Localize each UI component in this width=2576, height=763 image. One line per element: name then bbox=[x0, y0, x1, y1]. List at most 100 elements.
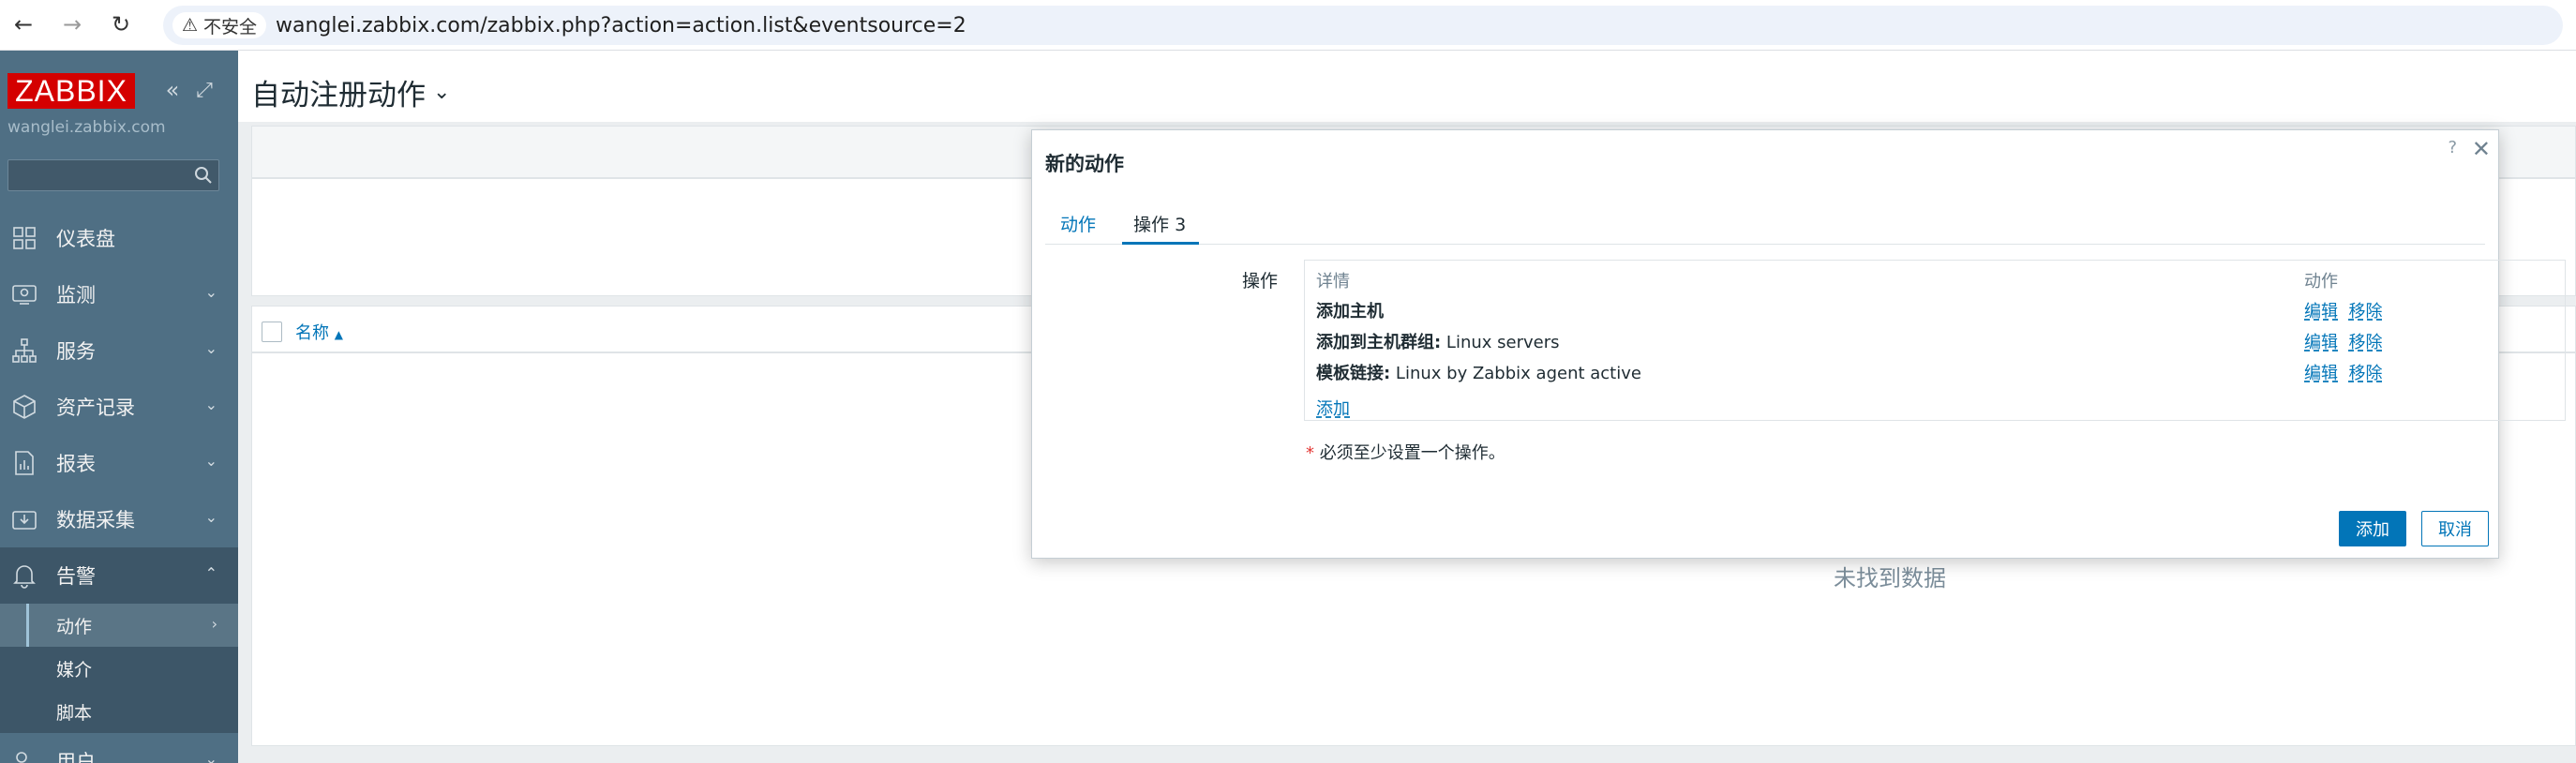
chevron-down-icon: ⌄ bbox=[204, 452, 217, 470]
warning-icon: ⚠ bbox=[182, 15, 199, 36]
operations-table: 详情 动作 添加主机 编辑 移除 添加到主机群组: Linux servers … bbox=[1304, 260, 2566, 421]
close-icon[interactable]: ✕ bbox=[2472, 136, 2491, 162]
submenu-label: 动作 bbox=[56, 616, 93, 637]
alerts-submenu: 动作 › 媒介 脚本 bbox=[0, 604, 238, 733]
required-note: * 必须至少设置一个操作。 bbox=[1306, 440, 1505, 464]
sidebar: ZABBIX « ⤢ wanglei.zabbix.com 仪表盘 监测 ⌄ 服… bbox=[0, 51, 238, 763]
menu-item-alerts[interactable]: 告警 ⌃ bbox=[0, 547, 238, 604]
operation-type: 添加主机 bbox=[1316, 302, 1384, 322]
inventory-icon bbox=[13, 395, 36, 419]
sort-asc-icon: ▲ bbox=[334, 328, 343, 341]
dashboard-icon bbox=[13, 227, 36, 249]
submenu-item-actions[interactable]: 动作 › bbox=[0, 604, 238, 647]
dialog-tabs: 动作 操作 3 bbox=[1045, 203, 2485, 245]
data-collection-icon bbox=[12, 511, 37, 530]
menu-label: 仪表盘 bbox=[56, 228, 115, 250]
arrow-right-icon[interactable]: → bbox=[58, 10, 86, 38]
dialog-title: 新的动作 bbox=[1045, 153, 1124, 175]
tab-count: 3 bbox=[1175, 215, 1187, 235]
required-asterisk: * bbox=[1306, 443, 1314, 463]
new-action-dialog: 新的动作 ? ✕ 动作 操作 3 操作 详情 动作 添加主机 编辑 移除 添加到… bbox=[1031, 129, 2566, 559]
menu-label: 监测 bbox=[56, 284, 96, 307]
sidebar-search-input[interactable] bbox=[7, 159, 219, 191]
reload-icon[interactable]: ↻ bbox=[107, 10, 135, 38]
chevron-down-icon: ⌄ bbox=[204, 508, 217, 526]
remove-link[interactable]: 移除 bbox=[2348, 333, 2382, 352]
menu-item-data-collection[interactable]: 数据采集 ⌄ bbox=[0, 491, 238, 547]
operation-type: 模板链接: bbox=[1316, 364, 1391, 383]
menu-label: 告警 bbox=[56, 565, 96, 588]
column-actions: 动作 bbox=[2304, 272, 2338, 292]
address-bar[interactable]: ⚠ 不安全 wanglei.zabbix.com/zabbix.php?acti… bbox=[163, 6, 2563, 45]
menu-item-services[interactable]: 服务 ⌄ bbox=[0, 322, 238, 379]
menu-label: 数据采集 bbox=[56, 509, 135, 531]
operation-row: 添加主机 bbox=[1316, 298, 1384, 322]
add-operation-link[interactable]: 添加 bbox=[1316, 396, 1350, 420]
remove-link[interactable]: 移除 bbox=[2348, 364, 2382, 383]
submenu-item-media[interactable]: 媒介 bbox=[0, 647, 238, 690]
edit-link[interactable]: 编辑 bbox=[2304, 333, 2338, 352]
menu-item-dashboard[interactable]: 仪表盘 bbox=[0, 210, 238, 266]
row-actions: 编辑 移除 bbox=[2304, 298, 2382, 322]
submenu-item-scripts[interactable]: 脚本 bbox=[0, 690, 238, 733]
chevron-down-icon: ⌄ bbox=[433, 81, 451, 104]
users-icon bbox=[16, 752, 27, 763]
menu-label: 报表 bbox=[56, 453, 96, 475]
submenu-label: 媒介 bbox=[56, 659, 93, 681]
menu-item-reports[interactable]: 报表 ⌄ bbox=[0, 435, 238, 491]
chevron-up-icon: ⌃ bbox=[204, 564, 217, 582]
submenu-label: 脚本 bbox=[56, 702, 93, 724]
arrow-left-icon[interactable]: ← bbox=[9, 10, 37, 38]
column-name-sort[interactable]: 名称 ▲ bbox=[295, 320, 343, 344]
operation-type: 添加到主机群组: bbox=[1316, 333, 1442, 352]
server-name: wanglei.zabbix.com bbox=[7, 118, 166, 137]
tab-label: 操作 bbox=[1133, 215, 1170, 235]
tab-action[interactable]: 动作 bbox=[1060, 211, 1096, 245]
required-note-text: 必须至少设置一个操作。 bbox=[1319, 443, 1505, 463]
remove-link[interactable]: 移除 bbox=[2348, 302, 2382, 322]
bell-icon bbox=[13, 565, 36, 589]
services-icon bbox=[12, 338, 37, 363]
url-text[interactable]: wanglei.zabbix.com/zabbix.php?action=act… bbox=[276, 14, 966, 37]
reports-icon bbox=[15, 451, 34, 475]
chevron-down-icon: ⌄ bbox=[204, 283, 217, 301]
chevron-down-icon: ⌄ bbox=[204, 396, 217, 413]
menu-label: 用户 bbox=[56, 751, 96, 763]
search-icon[interactable] bbox=[192, 164, 215, 187]
chevron-right-icon: › bbox=[211, 615, 217, 633]
page-title-text: 自动注册动作 bbox=[251, 79, 426, 112]
operation-detail: Linux servers bbox=[1441, 333, 1560, 352]
edit-link[interactable]: 编辑 bbox=[2304, 364, 2338, 383]
no-data-message: 未找到数据 bbox=[1834, 565, 1946, 591]
add-button[interactable]: 添加 bbox=[2339, 511, 2406, 546]
security-indicator[interactable]: ⚠ 不安全 bbox=[172, 12, 267, 38]
menu-item-inventory[interactable]: 资产记录 ⌄ bbox=[0, 379, 238, 435]
operations-label: 操作 bbox=[1241, 271, 1278, 292]
operation-detail: Linux by Zabbix agent active bbox=[1390, 364, 1641, 383]
row-actions: 编辑 移除 bbox=[2304, 329, 2382, 353]
chevron-down-icon: ⌄ bbox=[204, 750, 217, 763]
row-actions: 编辑 移除 bbox=[2304, 360, 2382, 384]
security-label: 不安全 bbox=[203, 16, 258, 37]
page-title[interactable]: 自动注册动作 ⌄ bbox=[251, 71, 450, 113]
column-details: 详情 bbox=[1316, 272, 1350, 292]
menu-label: 资产记录 bbox=[56, 396, 135, 419]
browser-toolbar: ← → ↻ ⚠ 不安全 wanglei.zabbix.com/zabbix.ph… bbox=[0, 0, 2576, 51]
edit-link[interactable]: 编辑 bbox=[2304, 302, 2338, 322]
help-icon[interactable]: ? bbox=[2448, 138, 2457, 157]
menu-item-users[interactable]: 用户 ⌄ bbox=[0, 733, 238, 763]
main-menu: 仪表盘 监测 ⌄ 服务 ⌄ 资产记录 ⌄ 报表 ⌄ 数据采集 ⌄ 告警 ⌃ 动作… bbox=[0, 210, 238, 763]
cancel-button[interactable]: 取消 bbox=[2421, 511, 2489, 546]
chevron-down-icon: ⌄ bbox=[204, 339, 217, 357]
monitoring-icon bbox=[12, 285, 37, 305]
operation-row: 添加到主机群组: Linux servers bbox=[1316, 329, 1560, 353]
tab-operations[interactable]: 操作 3 bbox=[1122, 211, 1199, 245]
menu-label: 服务 bbox=[56, 340, 96, 363]
page-header: 自动注册动作 ⌄ bbox=[238, 51, 2576, 122]
operation-row: 模板链接: Linux by Zabbix agent active bbox=[1316, 360, 1641, 384]
menu-item-monitoring[interactable]: 监测 ⌄ bbox=[0, 266, 238, 322]
zabbix-logo[interactable]: ZABBIX bbox=[7, 73, 135, 109]
collapse-sidebar-icon[interactable]: « bbox=[159, 77, 186, 103]
kiosk-mode-icon[interactable]: ⤢ bbox=[191, 77, 217, 103]
select-all-checkbox[interactable] bbox=[262, 322, 282, 342]
